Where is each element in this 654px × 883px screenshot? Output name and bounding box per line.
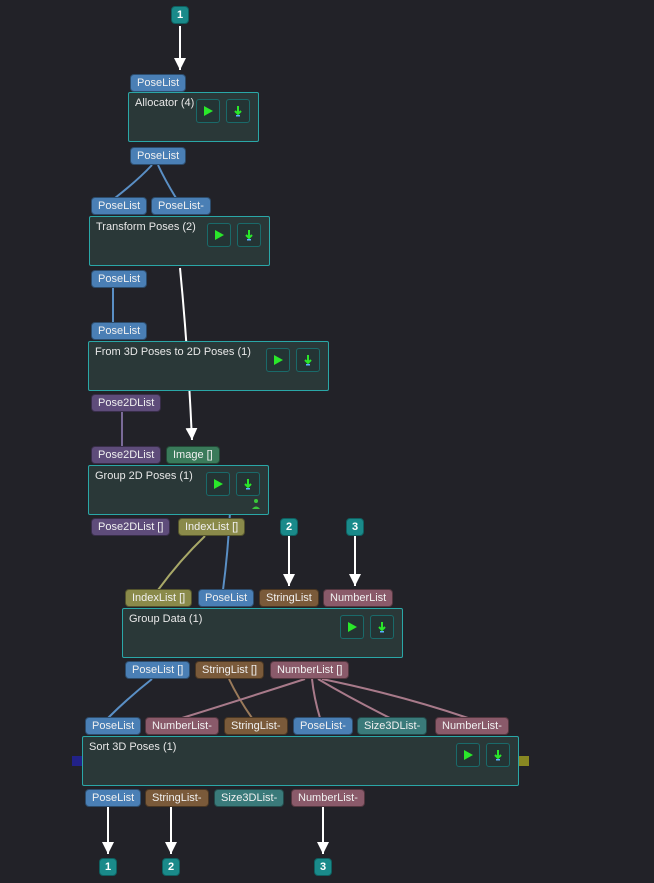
- socket-right[interactable]: [519, 756, 529, 766]
- input-tag-3[interactable]: 3: [346, 518, 364, 536]
- node-title: Sort 3D Poses (1): [83, 737, 518, 757]
- output-tag-1[interactable]: 1: [99, 858, 117, 876]
- run-button[interactable]: [196, 99, 220, 123]
- port-in-pose2dlist[interactable]: Pose2DList: [91, 446, 161, 464]
- port-out-poselist[interactable]: PoseList: [91, 270, 147, 288]
- run-button[interactable]: [266, 348, 290, 372]
- port-out-pose2dlist-array[interactable]: Pose2DList []: [91, 518, 170, 536]
- port-in-stringlist[interactable]: StringList: [259, 589, 319, 607]
- node-from-3d-to-2d[interactable]: From 3D Poses to 2D Poses (1): [88, 341, 329, 391]
- port-in-poselist[interactable]: PoseList: [91, 197, 147, 215]
- port-out-numberlist-array[interactable]: NumberList []: [270, 661, 349, 679]
- port-out-size3dlist-minus[interactable]: Size3DList-: [214, 789, 284, 807]
- port-in-poselist[interactable]: PoseList: [198, 589, 254, 607]
- step-button[interactable]: [236, 472, 260, 496]
- tag-label: 1: [177, 9, 183, 21]
- run-button[interactable]: [456, 743, 480, 767]
- port-in-poselist-minus[interactable]: PoseList-: [293, 717, 353, 735]
- port-out-indexlist-array[interactable]: IndexList []: [178, 518, 245, 536]
- port-in-image-array[interactable]: Image []: [166, 446, 220, 464]
- node-group-data[interactable]: Group Data (1): [122, 608, 403, 658]
- step-button[interactable]: [486, 743, 510, 767]
- port-in-poselist[interactable]: PoseList: [91, 322, 147, 340]
- socket-left[interactable]: [72, 756, 82, 766]
- port-in-numberlist-minus-2[interactable]: NumberList-: [435, 717, 509, 735]
- port-out-pose2dlist[interactable]: Pose2DList: [91, 394, 161, 412]
- port-out-stringlist-array[interactable]: StringList []: [195, 661, 264, 679]
- node-allocator[interactable]: Allocator (4): [128, 92, 259, 142]
- node-group-2d-poses[interactable]: Group 2D Poses (1): [88, 465, 269, 515]
- step-button[interactable]: [237, 223, 261, 247]
- node-transform-poses[interactable]: Transform Poses (2): [89, 216, 270, 266]
- port-in-stringlist-minus[interactable]: StringList-: [224, 717, 288, 735]
- port-in-numberlist-minus[interactable]: NumberList-: [145, 717, 219, 735]
- port-in-size3dlist-minus[interactable]: Size3DList-: [357, 717, 427, 735]
- port-in-numberlist[interactable]: NumberList: [323, 589, 393, 607]
- input-tag-2[interactable]: 2: [280, 518, 298, 536]
- port-in-poselist[interactable]: PoseList: [85, 717, 141, 735]
- input-tag-1[interactable]: 1: [171, 6, 189, 24]
- step-button[interactable]: [226, 99, 250, 123]
- step-button[interactable]: [296, 348, 320, 372]
- step-button[interactable]: [370, 615, 394, 639]
- run-button[interactable]: [340, 615, 364, 639]
- port-out-poselist[interactable]: PoseList: [85, 789, 141, 807]
- port-out-poselist-array[interactable]: PoseList []: [125, 661, 190, 679]
- person-icon: [250, 498, 262, 510]
- port-out-stringlist-minus[interactable]: StringList-: [145, 789, 209, 807]
- port-out-poselist[interactable]: PoseList: [130, 147, 186, 165]
- node-sort-3d-poses[interactable]: Sort 3D Poses (1): [82, 736, 519, 786]
- port-in-poselist-minus[interactable]: PoseList-: [151, 197, 211, 215]
- run-button[interactable]: [206, 472, 230, 496]
- port-out-numberlist-minus[interactable]: NumberList-: [291, 789, 365, 807]
- output-tag-2[interactable]: 2: [162, 858, 180, 876]
- port-in-indexlist-array[interactable]: IndexList []: [125, 589, 192, 607]
- port-in-poselist[interactable]: PoseList: [130, 74, 186, 92]
- output-tag-3[interactable]: 3: [314, 858, 332, 876]
- run-button[interactable]: [207, 223, 231, 247]
